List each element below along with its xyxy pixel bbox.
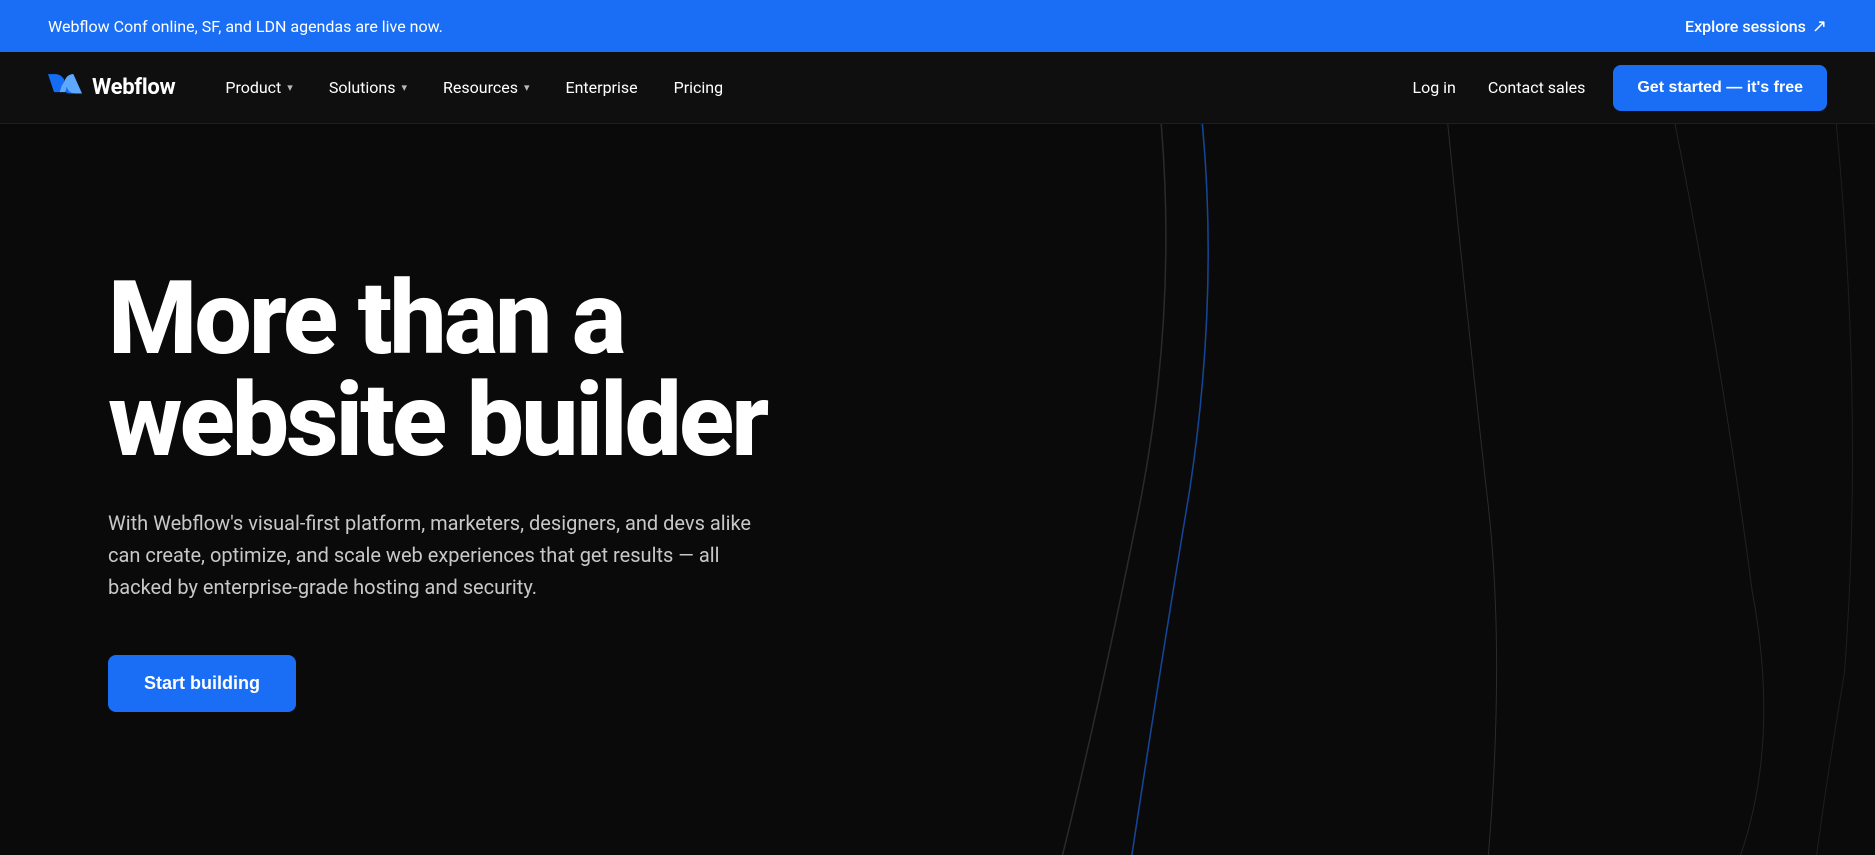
resources-chevron-icon: ▾ xyxy=(524,81,530,94)
webflow-logo-icon xyxy=(48,74,82,102)
hero-content: More than a website builder With Webflow… xyxy=(108,267,788,712)
explore-sessions-link[interactable]: Explore sessions ↗ xyxy=(1685,16,1827,37)
nav-product-label: Product xyxy=(225,78,281,97)
navbar: Webflow Product ▾ Solutions ▾ Resources … xyxy=(0,52,1875,124)
login-link[interactable]: Log in xyxy=(1408,70,1459,105)
nav-solutions-label: Solutions xyxy=(329,78,396,97)
nav-links: Product ▾ Solutions ▾ Resources ▾ Enterp… xyxy=(211,70,737,105)
nav-resources-label: Resources xyxy=(443,78,518,97)
announcement-banner: Webflow Conf online, SF, and LDN agendas… xyxy=(0,0,1875,52)
explore-sessions-arrow: ↗ xyxy=(1812,16,1827,37)
start-building-button[interactable]: Start building xyxy=(108,655,296,712)
product-chevron-icon: ▾ xyxy=(287,81,293,94)
contact-sales-link[interactable]: Contact sales xyxy=(1484,70,1589,105)
nav-item-solutions[interactable]: Solutions ▾ xyxy=(315,70,421,105)
nav-item-enterprise[interactable]: Enterprise xyxy=(552,70,652,105)
nav-item-resources[interactable]: Resources ▾ xyxy=(429,70,543,105)
nav-pricing-label: Pricing xyxy=(674,78,724,97)
explore-sessions-label: Explore sessions xyxy=(1685,17,1806,36)
nav-enterprise-label: Enterprise xyxy=(566,78,638,97)
navbar-left: Webflow Product ▾ Solutions ▾ Resources … xyxy=(48,70,737,105)
announcement-text: Webflow Conf online, SF, and LDN agendas… xyxy=(48,17,443,36)
hero-background-decoration xyxy=(750,124,1875,855)
logo-text: Webflow xyxy=(92,75,175,100)
hero-title-line2: website builder xyxy=(108,360,766,480)
nav-item-pricing[interactable]: Pricing xyxy=(660,70,738,105)
hero-section: More than a website builder With Webflow… xyxy=(0,124,1875,855)
logo[interactable]: Webflow xyxy=(48,74,175,102)
hero-description: With Webflow's visual-first platform, ma… xyxy=(108,507,788,603)
nav-item-product[interactable]: Product ▾ xyxy=(211,70,306,105)
navbar-right: Log in Contact sales Get started — it's … xyxy=(1408,65,1827,111)
get-started-button[interactable]: Get started — it's free xyxy=(1613,65,1827,111)
solutions-chevron-icon: ▾ xyxy=(402,81,408,94)
hero-title: More than a website builder xyxy=(108,267,788,471)
